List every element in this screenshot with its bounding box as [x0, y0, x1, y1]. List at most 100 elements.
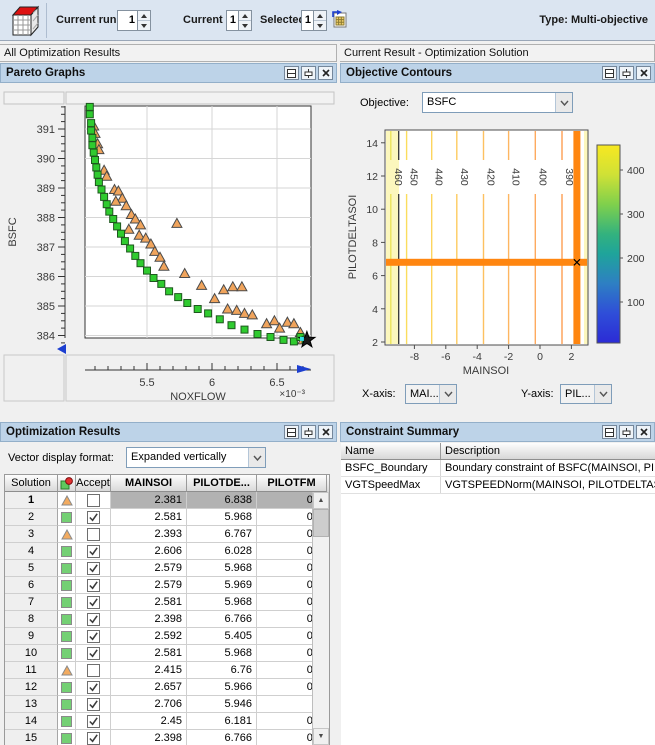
table-row[interactable]: 32.3936.7670.0 [5, 526, 329, 543]
table-row[interactable]: 22.5815.9680.0 [5, 509, 329, 526]
dock-icon[interactable] [301, 66, 316, 80]
solution-number-cell[interactable]: 14 [5, 713, 58, 730]
accept-checkbox[interactable] [86, 561, 100, 575]
column-header-pilotfm[interactable]: PILOTFM [257, 475, 327, 492]
close-icon[interactable] [318, 66, 333, 80]
accept-checkbox[interactable] [86, 714, 100, 728]
solution-number-cell[interactable]: 3 [5, 526, 58, 543]
table-row[interactable]: 132.7065.9460 [5, 696, 329, 713]
current-value[interactable]: 1 [227, 11, 238, 30]
table-row[interactable]: 102.5815.9680.0 [5, 645, 329, 662]
spin-down-button[interactable] [314, 21, 326, 30]
scroll-up-button[interactable]: ▲ [313, 492, 329, 509]
current-run-spinner[interactable]: 1 [117, 10, 151, 31]
current-spinner[interactable]: 1 [226, 10, 252, 31]
column-header-accept[interactable]: Accept [76, 475, 111, 492]
scroll-down-button[interactable]: ▼ [313, 728, 329, 745]
accept-checkbox[interactable] [86, 544, 100, 558]
solution-number-cell[interactable]: 13 [5, 696, 58, 713]
table-row[interactable]: 62.5795.9690.0 [5, 577, 329, 594]
accept-checkbox[interactable] [86, 578, 100, 592]
solution-number-cell[interactable]: 11 [5, 662, 58, 679]
selected-spinner[interactable]: 1 [301, 10, 327, 31]
table-row[interactable]: 122.6575.9660.0 [5, 679, 329, 696]
toolbar: Current run: 1 Current 1 Selected 1 Type… [0, 0, 655, 41]
spin-down-button[interactable] [138, 21, 150, 30]
solution-number-cell[interactable]: 9 [5, 628, 58, 645]
constraint-row[interactable]: BSFC_Boundary Boundary constraint of BSFC… [341, 460, 655, 477]
solution-number-cell[interactable]: 10 [5, 645, 58, 662]
accept-checkbox[interactable] [86, 595, 100, 609]
dock-icon[interactable] [301, 425, 316, 439]
solution-number-cell[interactable]: 4 [5, 543, 58, 560]
spin-down-button[interactable] [239, 21, 251, 30]
accept-checkbox[interactable] [86, 680, 100, 694]
panel-title: Pareto Graphs [6, 67, 86, 79]
spin-up-button[interactable] [314, 11, 326, 21]
solution-number-cell[interactable]: 12 [5, 679, 58, 696]
scrollbar-thumb[interactable] [313, 509, 329, 537]
split-icon[interactable] [284, 425, 299, 439]
column-header-pilotde[interactable]: PILOTDE... [187, 475, 257, 492]
accept-checkbox[interactable] [86, 663, 100, 677]
column-header-mainsoi[interactable]: MAINSOI [111, 475, 187, 492]
table-row[interactable]: 142.456.1810.0 [5, 713, 329, 730]
constraint-table-header: Name Description [341, 443, 655, 460]
svg-text:MAINSOI: MAINSOI [463, 365, 509, 377]
solution-number-cell[interactable]: 6 [5, 577, 58, 594]
table-row[interactable]: 12.3816.8380.0 [5, 492, 329, 509]
table-row[interactable]: 152.3986.7660.0 [5, 730, 329, 745]
yaxis-dropdown[interactable]: PIL... [560, 384, 612, 404]
vector-display-format-dropdown[interactable]: Expanded vertically [126, 447, 266, 468]
accept-checkbox[interactable] [86, 629, 100, 643]
constraint-summary-table: Name Description BSFC_Boundary Boundary c… [341, 443, 655, 745]
svg-text:450: 450 [408, 168, 420, 186]
accept-checkbox[interactable] [86, 510, 100, 524]
accept-checkbox[interactable] [86, 646, 100, 660]
accept-checkbox[interactable] [86, 612, 100, 626]
xaxis-dropdown[interactable]: MAI... [405, 384, 457, 404]
close-icon[interactable] [636, 425, 651, 439]
accept-checkbox[interactable] [86, 493, 100, 507]
split-icon[interactable] [602, 66, 617, 80]
table-row[interactable]: 72.5815.9680.0 [5, 594, 329, 611]
selected-value[interactable]: 1 [302, 11, 313, 30]
solution-number-cell[interactable]: 5 [5, 560, 58, 577]
dock-icon[interactable] [619, 66, 634, 80]
table-row[interactable]: 52.5795.9680.0 [5, 560, 329, 577]
vertical-scrollbar[interactable]: ▲ ▼ [312, 492, 329, 745]
solution-number-cell[interactable]: 8 [5, 611, 58, 628]
accept-cell [76, 696, 111, 713]
column-header-solution[interactable]: Solution [5, 475, 58, 492]
spin-up-button[interactable] [239, 11, 251, 21]
split-icon[interactable] [602, 425, 617, 439]
contour-chart[interactable]: 460 450 440 430 420 410 400 390 2 4 6 8 10 12 14 -8 -6 -4… [340, 114, 655, 380]
left-pane-header: All Optimization Results [0, 44, 337, 62]
table-row[interactable]: 92.5925.4050.1 [5, 628, 329, 645]
solution-number-cell[interactable]: 1 [5, 492, 58, 509]
pareto-chart[interactable]: 384 385 386 387 388 389 390 391 BSFC 5.5 6 6.5 NOXFL… [0, 83, 337, 418]
close-icon[interactable] [636, 66, 651, 80]
chevron-down-icon [439, 385, 456, 403]
current-run-value[interactable]: 1 [118, 11, 137, 30]
constraint-row[interactable]: VGTSpeedMax VGTSPEEDNorm(MAINSOI, PILOTDE… [341, 477, 655, 494]
pilotde-cell: 6.838 [187, 492, 257, 509]
spin-up-button[interactable] [138, 11, 150, 21]
column-header-flag[interactable] [58, 475, 76, 492]
solution-number-cell[interactable]: 15 [5, 730, 58, 745]
dock-icon[interactable] [619, 425, 634, 439]
solution-number-cell[interactable]: 7 [5, 594, 58, 611]
solution-number-cell[interactable]: 2 [5, 509, 58, 526]
objective-dropdown[interactable]: BSFC [422, 92, 573, 113]
pareto-flag-icon [58, 509, 76, 526]
accept-checkbox[interactable] [86, 697, 100, 711]
table-row[interactable]: 82.3986.7660.0 [5, 611, 329, 628]
table-row[interactable]: 112.4156.760.0 [5, 662, 329, 679]
accept-solution-icon[interactable] [331, 9, 348, 32]
close-icon[interactable] [318, 425, 333, 439]
table-row[interactable]: 42.6066.0280.1 [5, 543, 329, 560]
split-icon[interactable] [284, 66, 299, 80]
svg-text:386: 386 [37, 272, 55, 284]
accept-checkbox[interactable] [86, 527, 100, 541]
accept-checkbox[interactable] [86, 731, 100, 745]
